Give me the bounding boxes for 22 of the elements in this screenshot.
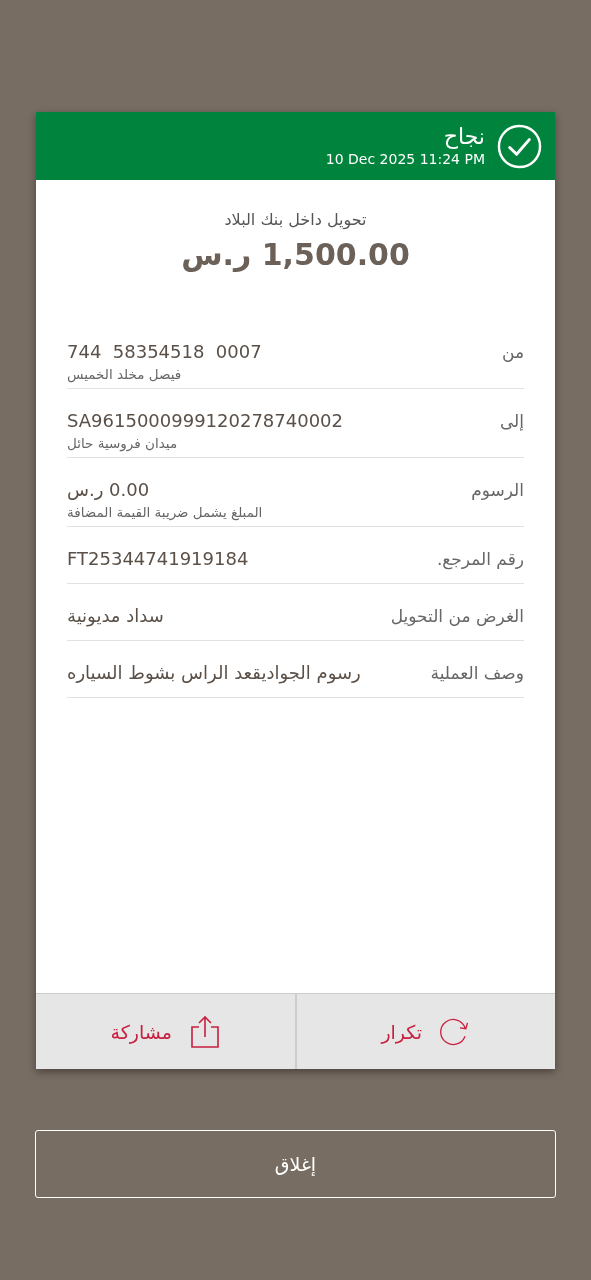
detail-subtitle: المبلغ يشمل ضريبة القيمة المضافة <box>67 504 263 520</box>
detail-value: FT25344741919184 <box>67 547 249 571</box>
detail-subtitle: ميدان فروسية حائل <box>67 435 178 451</box>
detail-value: رسوم الجواديقعد الراس بشوط السياره <box>67 661 361 686</box>
detail-value: سداد مديونية <box>67 604 164 629</box>
detail-label: إلى <box>499 411 524 431</box>
detail-subtitle: فيصل مخلد الخميس <box>67 366 182 382</box>
detail-label: من <box>501 342 524 362</box>
detail-value: 0.00 ر.س <box>67 478 150 502</box>
close-button[interactable]: إغلاق <box>35 1130 556 1198</box>
detail-label: الغرض من التحويل <box>390 606 524 626</box>
share-icon <box>189 1014 220 1049</box>
detail-label: وصف العملية <box>430 663 524 683</box>
check-circle-icon <box>497 123 542 169</box>
detail-label: رقم المرجع. <box>436 549 524 569</box>
detail-label: الرسوم <box>471 480 524 500</box>
amount: 1,500.00 ر.س <box>180 237 411 272</box>
detail-value: SA9615000999120278740002 <box>67 409 344 433</box>
transaction-datetime: 10 Dec 2025 11:24 PM <box>325 150 485 168</box>
detail-value: 744 58354518 0007 <box>67 340 262 364</box>
transfer-type: تحويل داخل بنك البلاد <box>223 210 368 229</box>
status-title: نجاح <box>442 124 485 150</box>
